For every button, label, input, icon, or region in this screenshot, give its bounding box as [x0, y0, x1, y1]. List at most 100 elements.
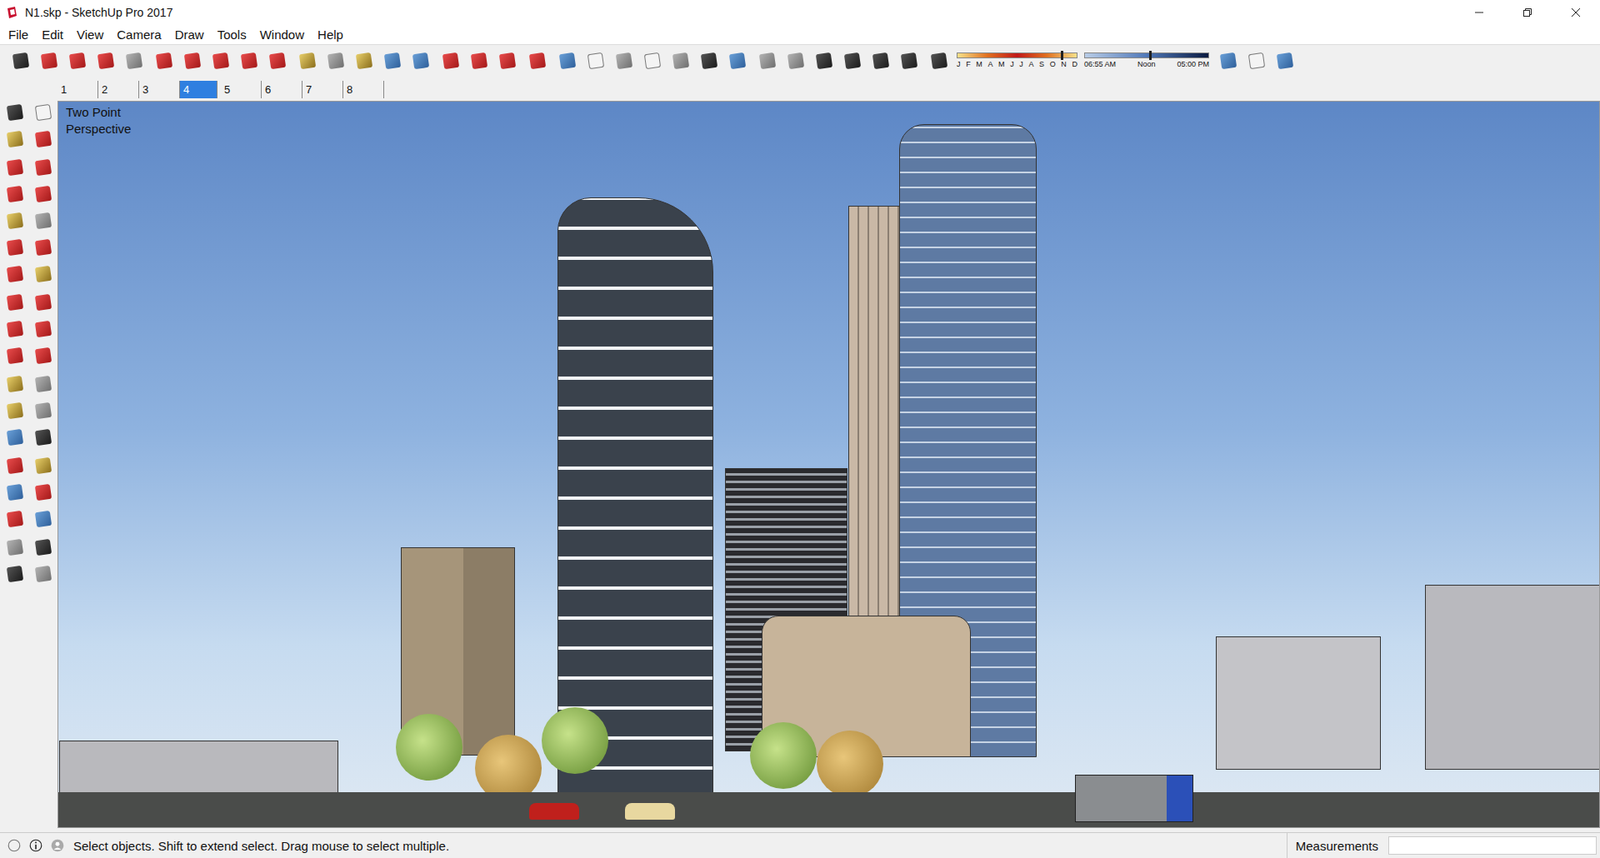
tool-button[interactable]	[32, 263, 55, 285]
tool-button[interactable]	[66, 50, 89, 72]
scene-tab[interactable]: 7	[302, 80, 344, 99]
time-slider[interactable]: 06:55 AMNoon05:00 PM	[1084, 52, 1210, 70]
tool-button[interactable]	[296, 50, 319, 72]
tool-button[interactable]	[4, 426, 26, 449]
menu-item[interactable]: Edit	[35, 25, 70, 44]
menu-item[interactable]: Help	[310, 25, 350, 44]
tool-button[interactable]	[785, 50, 807, 72]
menu-item[interactable]: Camera	[110, 25, 168, 44]
tool-button[interactable]	[641, 50, 664, 72]
scene-tab[interactable]: 3	[139, 80, 180, 99]
scene-tab[interactable]: 4	[180, 80, 218, 99]
tool-button[interactable]	[1274, 50, 1296, 72]
tool-button[interactable]	[4, 318, 26, 340]
tool-button[interactable]	[32, 373, 55, 395]
tool-button[interactable]	[841, 50, 864, 72]
tool-button[interactable]	[32, 128, 55, 150]
tool-button[interactable]	[4, 455, 26, 477]
tool-button[interactable]	[32, 455, 55, 477]
measurements-input[interactable]	[1388, 836, 1597, 855]
tool-button[interactable]	[95, 50, 117, 72]
scene-tab[interactable]: 5	[220, 80, 262, 99]
menu-item[interactable]: File	[1, 25, 35, 44]
tool-button[interactable]	[32, 291, 55, 314]
tool-button[interactable]	[4, 400, 26, 422]
tool-button[interactable]	[813, 50, 835, 72]
tool-button[interactable]	[4, 345, 26, 367]
tool-button[interactable]	[38, 50, 60, 72]
tool-button[interactable]	[32, 236, 55, 259]
tool-button[interactable]	[4, 128, 26, 150]
tool-button[interactable]	[32, 563, 55, 585]
tool-button[interactable]	[10, 50, 32, 72]
tool-button[interactable]	[353, 50, 375, 72]
scene-tab[interactable]: 8	[343, 80, 385, 99]
menu-item[interactable]: Draw	[168, 25, 211, 44]
tool-button[interactable]	[756, 50, 779, 72]
model-viewport[interactable]: Two Point Perspective	[57, 100, 1600, 829]
tool-button[interactable]	[585, 50, 607, 72]
close-button[interactable]	[1551, 0, 1600, 25]
tool-button[interactable]	[210, 50, 232, 72]
scene-tab[interactable]: 1	[57, 80, 99, 99]
tool-button[interactable]	[410, 50, 432, 72]
tool-button[interactable]	[32, 318, 55, 340]
tool-button[interactable]	[870, 50, 892, 72]
tool-button[interactable]	[32, 481, 55, 504]
tool-button[interactable]	[4, 210, 26, 232]
tool-button[interactable]	[670, 50, 692, 72]
time-thumb[interactable]	[1149, 50, 1152, 60]
tool-button[interactable]	[153, 50, 175, 72]
restore-button[interactable]	[1503, 0, 1552, 25]
tool-button[interactable]	[4, 563, 26, 585]
tool-button[interactable]	[32, 210, 55, 232]
shadow-toggle-button[interactable]	[928, 50, 950, 72]
tool-button[interactable]	[32, 426, 55, 449]
scene-tab[interactable]: 2	[98, 80, 140, 99]
tool-button[interactable]	[898, 50, 920, 72]
tool-button[interactable]	[266, 50, 289, 72]
menu-item[interactable]: Tools	[210, 25, 254, 44]
tool-button[interactable]	[726, 50, 749, 72]
tool-button[interactable]	[32, 400, 55, 422]
tool-button[interactable]	[556, 50, 579, 72]
tool-button[interactable]	[4, 156, 26, 179]
minimize-button[interactable]	[1455, 0, 1504, 25]
tool-button[interactable]	[526, 50, 549, 72]
tool-button[interactable]	[4, 183, 26, 205]
tool-button[interactable]	[4, 291, 26, 314]
tool-button[interactable]	[32, 345, 55, 367]
tool-button[interactable]	[4, 236, 26, 259]
tool-button[interactable]	[4, 101, 26, 124]
tool-button[interactable]	[325, 50, 347, 72]
tool-button[interactable]	[381, 50, 404, 72]
tool-button[interactable]	[4, 373, 26, 395]
tool-button[interactable]	[123, 50, 145, 72]
tool-button[interactable]	[4, 481, 26, 504]
tool-button[interactable]	[496, 50, 519, 72]
date-thumb[interactable]	[1060, 50, 1064, 60]
tool-button[interactable]	[698, 50, 720, 72]
scene-tab[interactable]: 6	[261, 80, 303, 99]
tool-button[interactable]	[181, 50, 204, 72]
info-icon[interactable]	[28, 838, 44, 854]
geolocation-icon[interactable]	[6, 838, 22, 854]
menu-item[interactable]: View	[70, 25, 110, 44]
tool-button[interactable]	[32, 101, 55, 124]
tool-button[interactable]	[32, 183, 55, 205]
tool-button[interactable]	[4, 263, 26, 285]
date-slider[interactable]: JFMAMJJASOND	[956, 52, 1078, 70]
tool-button[interactable]	[468, 50, 490, 72]
tool-button[interactable]	[4, 536, 26, 559]
tool-button[interactable]	[32, 156, 55, 179]
tool-button[interactable]	[238, 50, 260, 72]
user-icon[interactable]	[50, 838, 65, 854]
menu-item[interactable]: Window	[253, 25, 311, 44]
tool-button[interactable]	[440, 50, 462, 72]
tool-button[interactable]	[32, 508, 55, 530]
tool-button[interactable]	[1245, 50, 1268, 72]
tool-button[interactable]	[613, 50, 635, 72]
tool-button[interactable]	[32, 536, 55, 559]
tool-button[interactable]	[4, 508, 26, 530]
tool-button[interactable]	[1217, 50, 1240, 72]
